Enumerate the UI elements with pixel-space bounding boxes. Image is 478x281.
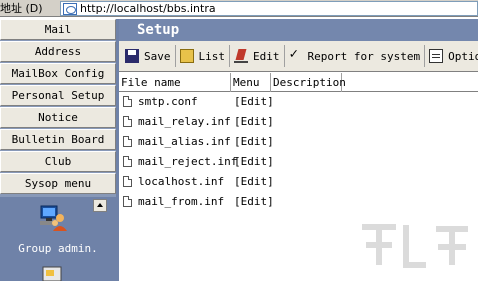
check-icon	[289, 46, 303, 63]
list-label: List	[198, 49, 226, 63]
column-header-menu: Menu	[231, 73, 271, 92]
toolbar: Save List Edit Report for system Optio	[119, 41, 478, 72]
scroll-up-button[interactable]	[93, 199, 107, 212]
edit-link[interactable]: [Edit]	[234, 192, 274, 212]
list-button[interactable]: List	[176, 45, 230, 67]
table-row: smtp.conf [Edit]	[119, 92, 478, 112]
address-url[interactable]: http://localhost/bbs.intra	[80, 2, 216, 15]
sidebar-item-sysop-menu[interactable]: Sysop menu	[0, 173, 116, 194]
options-icon	[429, 49, 444, 63]
file-name-cell: mail_reject.inf	[138, 155, 238, 168]
edit-link[interactable]: [Edit]	[234, 92, 274, 112]
users-icon[interactable]	[38, 204, 68, 232]
column-header-description: Description	[271, 73, 346, 92]
sidebar: Mail Address MailBox Config Personal Set…	[0, 19, 116, 281]
sidebar-item-address[interactable]: Address	[0, 41, 116, 62]
ie-page-icon	[63, 2, 77, 15]
options-button[interactable]: Optio	[425, 45, 478, 67]
sidebar-item-club[interactable]: Club	[0, 151, 116, 172]
file-table: File name Menu Description smtp.conf [Ed…	[119, 73, 478, 212]
address-bar: 地址 (D) http://localhost/bbs.intra	[0, 0, 478, 17]
edit-label: Edit	[253, 49, 280, 63]
save-button[interactable]: Save	[119, 45, 176, 67]
group-panel: Group admin.	[0, 197, 116, 281]
save-label: Save	[144, 49, 171, 63]
address-label: 地址 (D)	[0, 2, 43, 15]
sidebar-item-personal-setup[interactable]: Personal Setup	[0, 85, 116, 106]
table-row: mail_relay.inf [Edit]	[119, 112, 478, 132]
file-icon	[123, 96, 132, 107]
sidebar-item-notice[interactable]: Notice	[0, 107, 116, 128]
edit-link[interactable]: [Edit]	[234, 132, 274, 152]
file-icon	[123, 136, 132, 147]
edit-link[interactable]: [Edit]	[234, 172, 274, 192]
report-label: Report for system	[307, 49, 421, 63]
group-admin-label[interactable]: Group admin.	[0, 242, 116, 255]
file-name-cell: mail_relay.inf	[138, 115, 231, 128]
sidebar-item-mail[interactable]: Mail	[0, 19, 116, 40]
file-name-cell: mail_from.inf	[138, 195, 225, 208]
options-label: Optio	[448, 49, 478, 63]
table-header: File name Menu Description	[119, 73, 478, 92]
address-input[interactable]: http://localhost/bbs.intra	[60, 1, 478, 16]
save-icon	[125, 49, 139, 63]
folder-icon[interactable]	[40, 265, 66, 281]
page-title: Setup	[119, 19, 478, 41]
column-header-file-name: File name	[119, 73, 231, 92]
file-name-cell: mail_alias.inf	[138, 135, 231, 148]
edit-link[interactable]: [Edit]	[234, 152, 274, 172]
sidebar-item-bulletin-board[interactable]: Bulletin Board	[0, 129, 116, 150]
table-row: localhost.inf [Edit]	[119, 172, 478, 192]
report-button[interactable]: Report for system	[285, 45, 426, 67]
watermark-logo	[362, 224, 468, 268]
edit-button[interactable]: Edit	[230, 45, 285, 67]
sidebar-item-mailbox-config[interactable]: MailBox Config	[0, 63, 116, 84]
table-row: mail_reject.inf [Edit]	[119, 152, 478, 172]
file-name-cell: smtp.conf	[138, 95, 198, 108]
folder-open-icon	[179, 49, 194, 63]
file-icon	[123, 196, 132, 207]
file-icon	[123, 156, 132, 167]
file-icon	[123, 116, 132, 127]
file-icon	[123, 176, 132, 187]
table-row: mail_alias.inf [Edit]	[119, 132, 478, 152]
table-row: mail_from.inf [Edit]	[119, 192, 478, 212]
edit-icon	[234, 49, 248, 63]
file-name-cell: localhost.inf	[138, 175, 225, 188]
edit-link[interactable]: [Edit]	[234, 112, 274, 132]
